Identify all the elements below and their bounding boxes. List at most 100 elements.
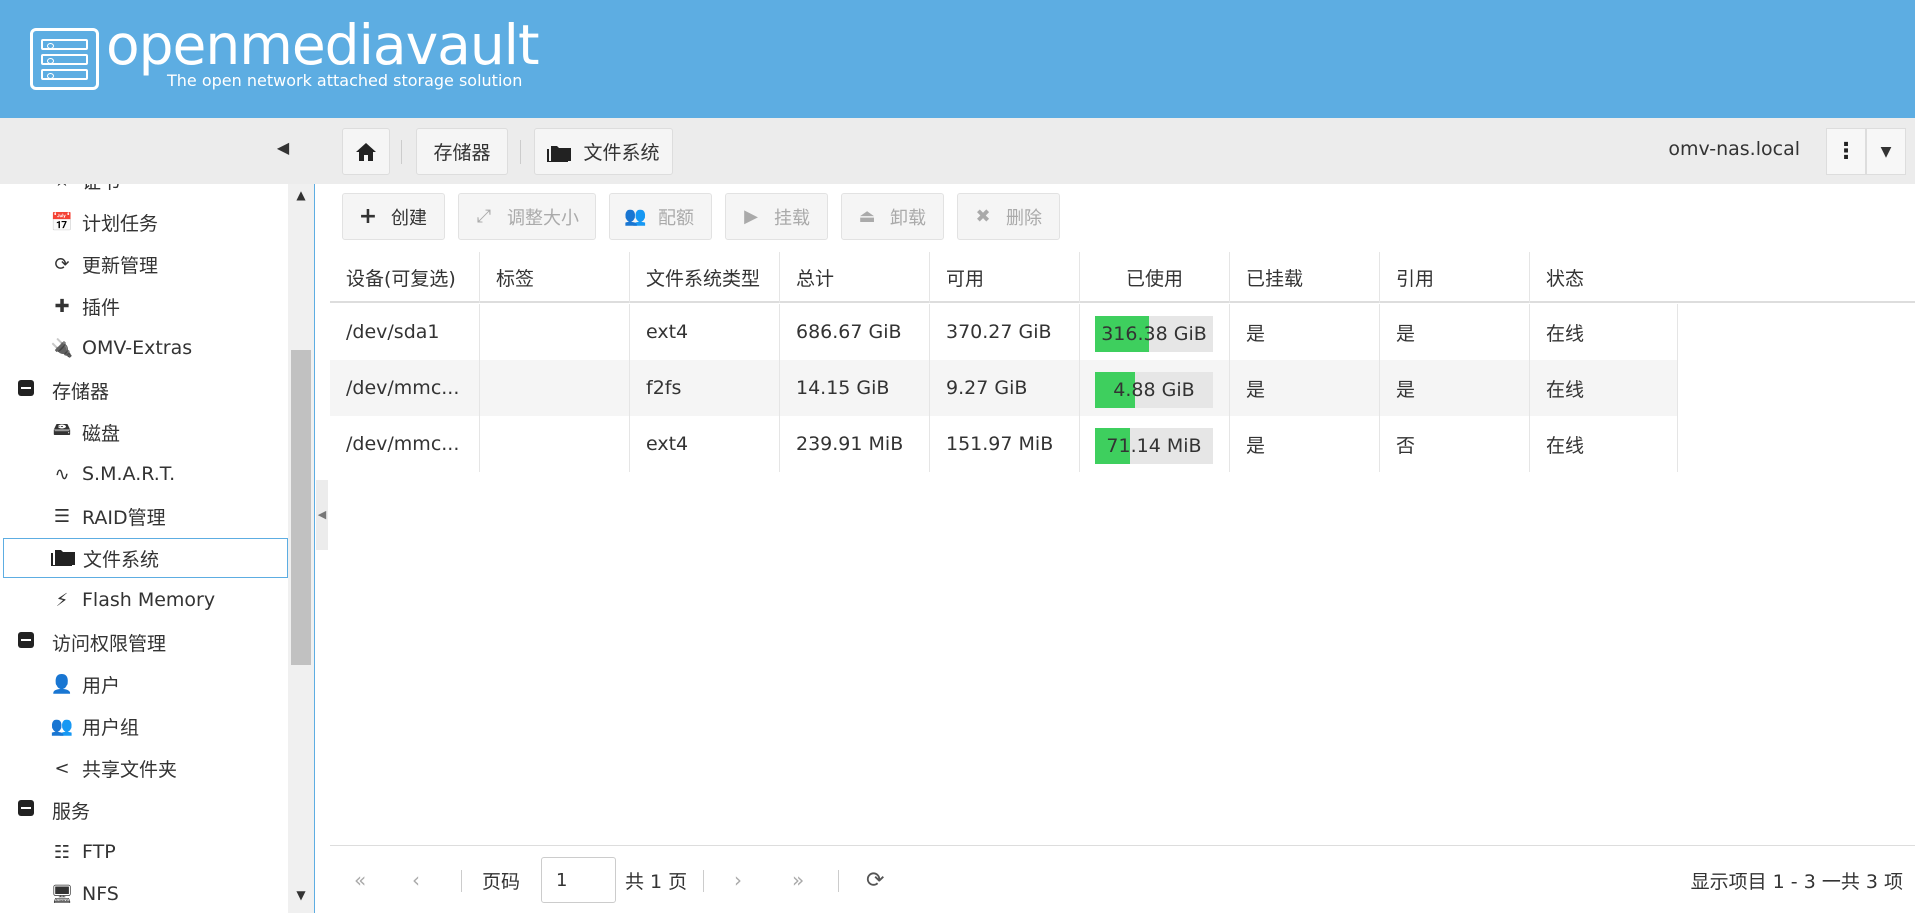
mount-button[interactable]: ▶ 挂载 bbox=[725, 193, 828, 240]
sidebar-item-omv-extras[interactable]: 🔌 OMV-Extras bbox=[0, 328, 288, 368]
cell-referenced: 是 bbox=[1380, 360, 1530, 416]
splitter-collapse-handle[interactable]: ◀ bbox=[316, 480, 328, 550]
expand-icon: ⤢ bbox=[476, 206, 492, 227]
cell-available: 9.27 GiB bbox=[930, 360, 1080, 416]
sidebar-item-groups[interactable]: 👥 用户组 bbox=[0, 706, 288, 746]
quota-label: 配额 bbox=[658, 207, 694, 229]
pager-divider bbox=[461, 870, 462, 892]
cell-status: 在线 bbox=[1530, 360, 1678, 416]
sidebar-item-raid-management[interactable]: ☰ RAID管理 bbox=[0, 496, 288, 536]
column-header-referenced[interactable]: 引用 bbox=[1380, 252, 1530, 303]
breadcrumb-label: 文件系统 bbox=[583, 142, 660, 164]
sidebar-item-plugins[interactable]: ✚ 插件 bbox=[0, 286, 288, 326]
sidebar-item-filesystems[interactable]: 文件系统 bbox=[3, 538, 288, 578]
cell-used: 316.38 GiB bbox=[1080, 304, 1230, 360]
flash-icon: ⚡ bbox=[55, 589, 69, 611]
brand-name: openmediavault bbox=[106, 13, 540, 77]
last-page-icon[interactable]: » bbox=[792, 846, 804, 914]
brand-tagline: The open network attached storage soluti… bbox=[167, 71, 523, 90]
sidebar-item-smart[interactable]: ∿ S.M.A.R.T. bbox=[0, 454, 288, 494]
sidebar-item-label: 用户组 bbox=[82, 716, 140, 739]
sidebar-item-label: 插件 bbox=[82, 296, 121, 319]
vertical-dots-icon: ⋮ bbox=[1835, 139, 1857, 164]
close-icon: ✖ bbox=[975, 206, 991, 227]
user-icon: 👤 bbox=[50, 673, 74, 695]
users-icon: 👥 bbox=[624, 206, 647, 227]
sidebar-item-scheduled-jobs[interactable]: 📅 计划任务 bbox=[0, 202, 288, 242]
sidebar-item-nfs[interactable]: 🖥 NFS bbox=[0, 874, 288, 913]
delete-button[interactable]: ✖ 删除 bbox=[957, 193, 1060, 240]
first-page-icon[interactable]: « bbox=[354, 846, 366, 914]
next-page-icon[interactable]: › bbox=[734, 846, 742, 914]
sidebar-collapse-button[interactable]: ◀ bbox=[268, 138, 298, 164]
sidebar-item-flash-memory[interactable]: ⚡ Flash Memory bbox=[0, 580, 288, 620]
table-row[interactable]: /dev/mmc... ext4 239.91 MiB 151.97 MiB 7… bbox=[330, 416, 1678, 472]
resize-button[interactable]: ⤢ 调整大小 bbox=[458, 193, 596, 240]
column-header-used[interactable]: 已使用 bbox=[1080, 252, 1230, 303]
page-number-input[interactable] bbox=[541, 857, 616, 903]
column-header-status[interactable]: 状态 bbox=[1530, 252, 1680, 303]
plug-icon: 🔌 bbox=[50, 337, 74, 359]
used-progress-text: 316.38 GiB bbox=[1101, 323, 1207, 345]
sidebar-item-disks[interactable]: 🖴 磁盘 bbox=[0, 412, 288, 452]
sidebar-item-shared-folders[interactable]: < 共享文件夹 bbox=[0, 748, 288, 788]
column-header-device[interactable]: 设备(可复选) bbox=[330, 252, 480, 303]
cell-referenced: 是 bbox=[1380, 304, 1530, 360]
used-progress-text: 4.88 GiB bbox=[1113, 379, 1195, 401]
sidebar-item-certificates[interactable]: ★ 证书 bbox=[0, 184, 288, 200]
sidebar-item-label: S.M.A.R.T. bbox=[82, 463, 176, 485]
calendar-clock-icon: 📅 bbox=[50, 211, 74, 233]
page-label: 页码 bbox=[482, 870, 521, 893]
create-button[interactable]: + 创建 bbox=[342, 193, 445, 240]
cell-mounted: 是 bbox=[1230, 304, 1380, 360]
users-icon: 👥 bbox=[50, 715, 74, 737]
sidebar-item-label: 计划任务 bbox=[82, 212, 159, 235]
star-icon: ★ bbox=[50, 184, 74, 191]
refresh-icon: ⟳ bbox=[54, 253, 70, 275]
breadcrumb-storage[interactable]: 存储器 bbox=[416, 128, 508, 175]
refresh-icon[interactable]: ⟳ bbox=[866, 846, 884, 914]
previous-page-icon[interactable]: ‹ bbox=[412, 846, 420, 914]
cell-total: 14.15 GiB bbox=[780, 360, 930, 416]
unmount-label: 卸载 bbox=[890, 207, 926, 229]
unmount-button[interactable]: ⏏ 卸载 bbox=[841, 193, 944, 240]
quota-button[interactable]: 👥 配额 bbox=[609, 193, 712, 240]
cell-fstype: ext4 bbox=[630, 304, 780, 360]
minus-square-icon bbox=[14, 631, 38, 653]
scroll-down-icon[interactable]: ▼ bbox=[290, 888, 312, 908]
sidebar-item-update-management[interactable]: ⟳ 更新管理 bbox=[0, 244, 288, 284]
sidebar-group-services[interactable]: 服务 bbox=[0, 790, 288, 830]
sidebar-item-label: FTP bbox=[82, 841, 116, 863]
column-header-fstype[interactable]: 文件系统类型 bbox=[630, 252, 780, 303]
used-progress-bar: 316.38 GiB bbox=[1095, 316, 1213, 352]
sidebar-item-ftp[interactable]: ☷ FTP bbox=[0, 832, 288, 872]
sidebar-item-label: 更新管理 bbox=[82, 254, 159, 277]
sidebar-group-storage[interactable]: 存储器 bbox=[0, 370, 288, 410]
folder-icon bbox=[51, 546, 75, 571]
scroll-up-icon[interactable]: ▲ bbox=[290, 188, 312, 208]
total-pages-label: 共 1 页 bbox=[625, 870, 688, 893]
cell-device: /dev/mmc... bbox=[330, 416, 480, 472]
dropdown-button[interactable]: ▼ bbox=[1866, 128, 1906, 175]
table-row[interactable]: /dev/sda1 ext4 686.67 GiB 370.27 GiB 316… bbox=[330, 304, 1678, 360]
table-row[interactable]: /dev/mmc... f2fs 14.15 GiB 9.27 GiB 4.88… bbox=[330, 360, 1678, 416]
cell-total: 686.67 GiB bbox=[780, 304, 930, 360]
sidebar-group-access-rights[interactable]: 访问权限管理 bbox=[0, 622, 288, 662]
cell-used: 71.14 MiB bbox=[1080, 416, 1230, 472]
delete-label: 删除 bbox=[1006, 207, 1042, 229]
breadcrumb-filesystem[interactable]: 文件系统 bbox=[534, 128, 673, 175]
folder-icon bbox=[547, 145, 572, 162]
used-progress-bar: 4.88 GiB bbox=[1095, 372, 1213, 408]
more-menu-button[interactable]: ⋮ bbox=[1826, 128, 1866, 175]
share-icon: < bbox=[54, 757, 70, 779]
home-button[interactable] bbox=[342, 128, 390, 175]
column-header-available[interactable]: 可用 bbox=[930, 252, 1080, 303]
column-header-label[interactable]: 标签 bbox=[480, 252, 630, 303]
column-header-mounted[interactable]: 已挂载 bbox=[1230, 252, 1380, 303]
harddisk-icon: 🖴 bbox=[52, 419, 72, 440]
sidebar-scrollbar-thumb[interactable] bbox=[291, 350, 311, 665]
sidebar-item-label: 用户 bbox=[82, 674, 121, 697]
sidebar-item-users[interactable]: 👤 用户 bbox=[0, 664, 288, 704]
sidebar-item-label: NFS bbox=[82, 883, 119, 905]
column-header-total[interactable]: 总计 bbox=[780, 252, 930, 303]
